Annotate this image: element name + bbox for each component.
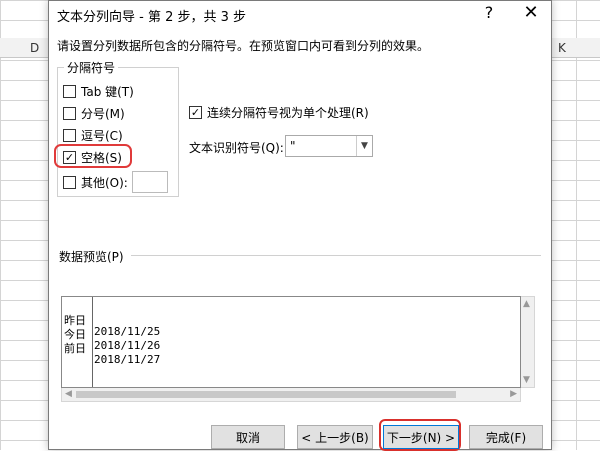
finish-button[interactable]: 完成(F) [469, 425, 543, 449]
comma-label: 逗号(C) [81, 129, 123, 143]
other-delimiter-input[interactable] [131, 171, 168, 193]
semicolon-label: 分号(M) [81, 107, 125, 121]
other-option[interactable]: 其他(O): [63, 171, 168, 193]
next-button[interactable]: 下一步(N) > [383, 425, 459, 449]
dialog-titlebar: 文本分列向导 - 第 2 步，共 3 步 ? ✕ [49, 1, 551, 29]
comma-checkbox[interactable] [63, 129, 76, 142]
preview-row: 前日 2018/11/27 [64, 327, 160, 379]
scroll-thumb[interactable] [76, 391, 456, 398]
scroll-down-icon[interactable]: ▼ [523, 375, 530, 385]
semicolon-option[interactable]: 分号(M) [63, 105, 125, 122]
scroll-right-icon[interactable]: ▶ [510, 389, 517, 399]
qualifier-select[interactable]: " ▼ [285, 135, 373, 157]
preview-cell: 2018/11/26 [94, 339, 161, 352]
preview-separator [131, 255, 541, 256]
instruction-text: 请设置分列数据所包含的分隔符号。在预览窗口内可看到分列的效果。 [57, 39, 430, 53]
consecutive-checkbox[interactable] [189, 106, 202, 119]
other-label: 其他(O): [81, 175, 128, 190]
space-checkbox[interactable] [63, 151, 76, 164]
consecutive-label: 连续分隔符号视为单个处理(R) [207, 106, 369, 120]
scroll-up-icon[interactable]: ▲ [523, 299, 530, 309]
scroll-left-icon[interactable]: ◀ [65, 389, 72, 399]
cancel-button[interactable]: 取消 [211, 425, 285, 449]
delimiters-legend: 分隔符号 [64, 59, 119, 76]
help-icon[interactable]: ? [479, 3, 499, 22]
qualifier-value: " [290, 139, 296, 153]
chevron-down-icon[interactable]: ▼ [356, 136, 372, 156]
qualifier-label: 文本识别符号(Q): [189, 141, 284, 155]
close-icon[interactable]: ✕ [519, 2, 543, 23]
dialog-title: 文本分列向导 - 第 2 步，共 3 步 [57, 10, 247, 25]
preview-label: 数据预览(P) [59, 250, 124, 264]
space-option[interactable]: 空格(S) [63, 149, 122, 166]
column-letter-k: K [558, 41, 566, 55]
space-label: 空格(S) [81, 151, 122, 165]
semicolon-checkbox[interactable] [63, 107, 76, 120]
tab-checkbox[interactable] [63, 85, 76, 98]
preview-cell: 前日 [64, 342, 86, 355]
consecutive-option[interactable]: 连续分隔符号视为单个处理(R) [189, 104, 369, 121]
data-preview[interactable]: 昨日 2018/11/25 今日 2018/11/26 前日 2018/11/2… [61, 296, 521, 388]
other-checkbox[interactable] [63, 175, 76, 189]
preview-cell: 2018/11/25 [94, 325, 161, 338]
column-letter-d: D [30, 41, 40, 55]
tab-label: Tab 键(T) [81, 85, 134, 99]
back-button[interactable]: < 上一步(B) [297, 425, 373, 449]
text-to-columns-dialog: 文本分列向导 - 第 2 步，共 3 步 ? ✕ 请设置分列数据所包含的分隔符号… [48, 0, 552, 451]
comma-option[interactable]: 逗号(C) [63, 127, 123, 144]
preview-vertical-scrollbar[interactable]: ▲ ▼ [521, 296, 535, 388]
preview-cell: 2018/11/27 [94, 353, 161, 366]
tab-option[interactable]: Tab 键(T) [63, 83, 134, 100]
preview-horizontal-scrollbar[interactable]: ◀ ▶ [61, 388, 521, 402]
